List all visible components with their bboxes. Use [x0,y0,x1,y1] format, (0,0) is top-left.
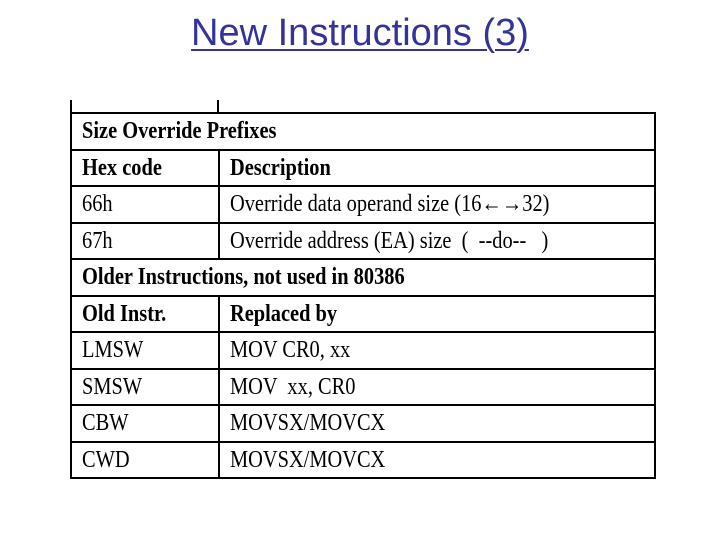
table-header-row: Hex code Description [70,148,656,187]
table-header-row: Old Instr. Replaced by [70,294,656,333]
table-row: CBW MOVSX/MOVCX [70,404,656,443]
section-heading-row: Size Override Prefixes [70,112,656,151]
table-border-stub [70,100,72,112]
table-row: LMSW MOV CR0, xx [70,331,656,370]
slide-title: New Instructions (3) [191,12,529,54]
table-row: SMSW MOV xx, CR0 [70,367,656,406]
instructions-table: Size Override Prefixes Hex code Descript… [70,112,656,479]
table-row: 66h Override data operand size (16←→32) [70,185,656,224]
table-border-stub [217,100,219,112]
table-row: CWD MOVSX/MOVCX [70,440,656,479]
table-row: 67h Override address (EA) size ( --do-- … [70,221,656,260]
section-heading-row: Older Instructions, not used in 80386 [70,258,656,297]
